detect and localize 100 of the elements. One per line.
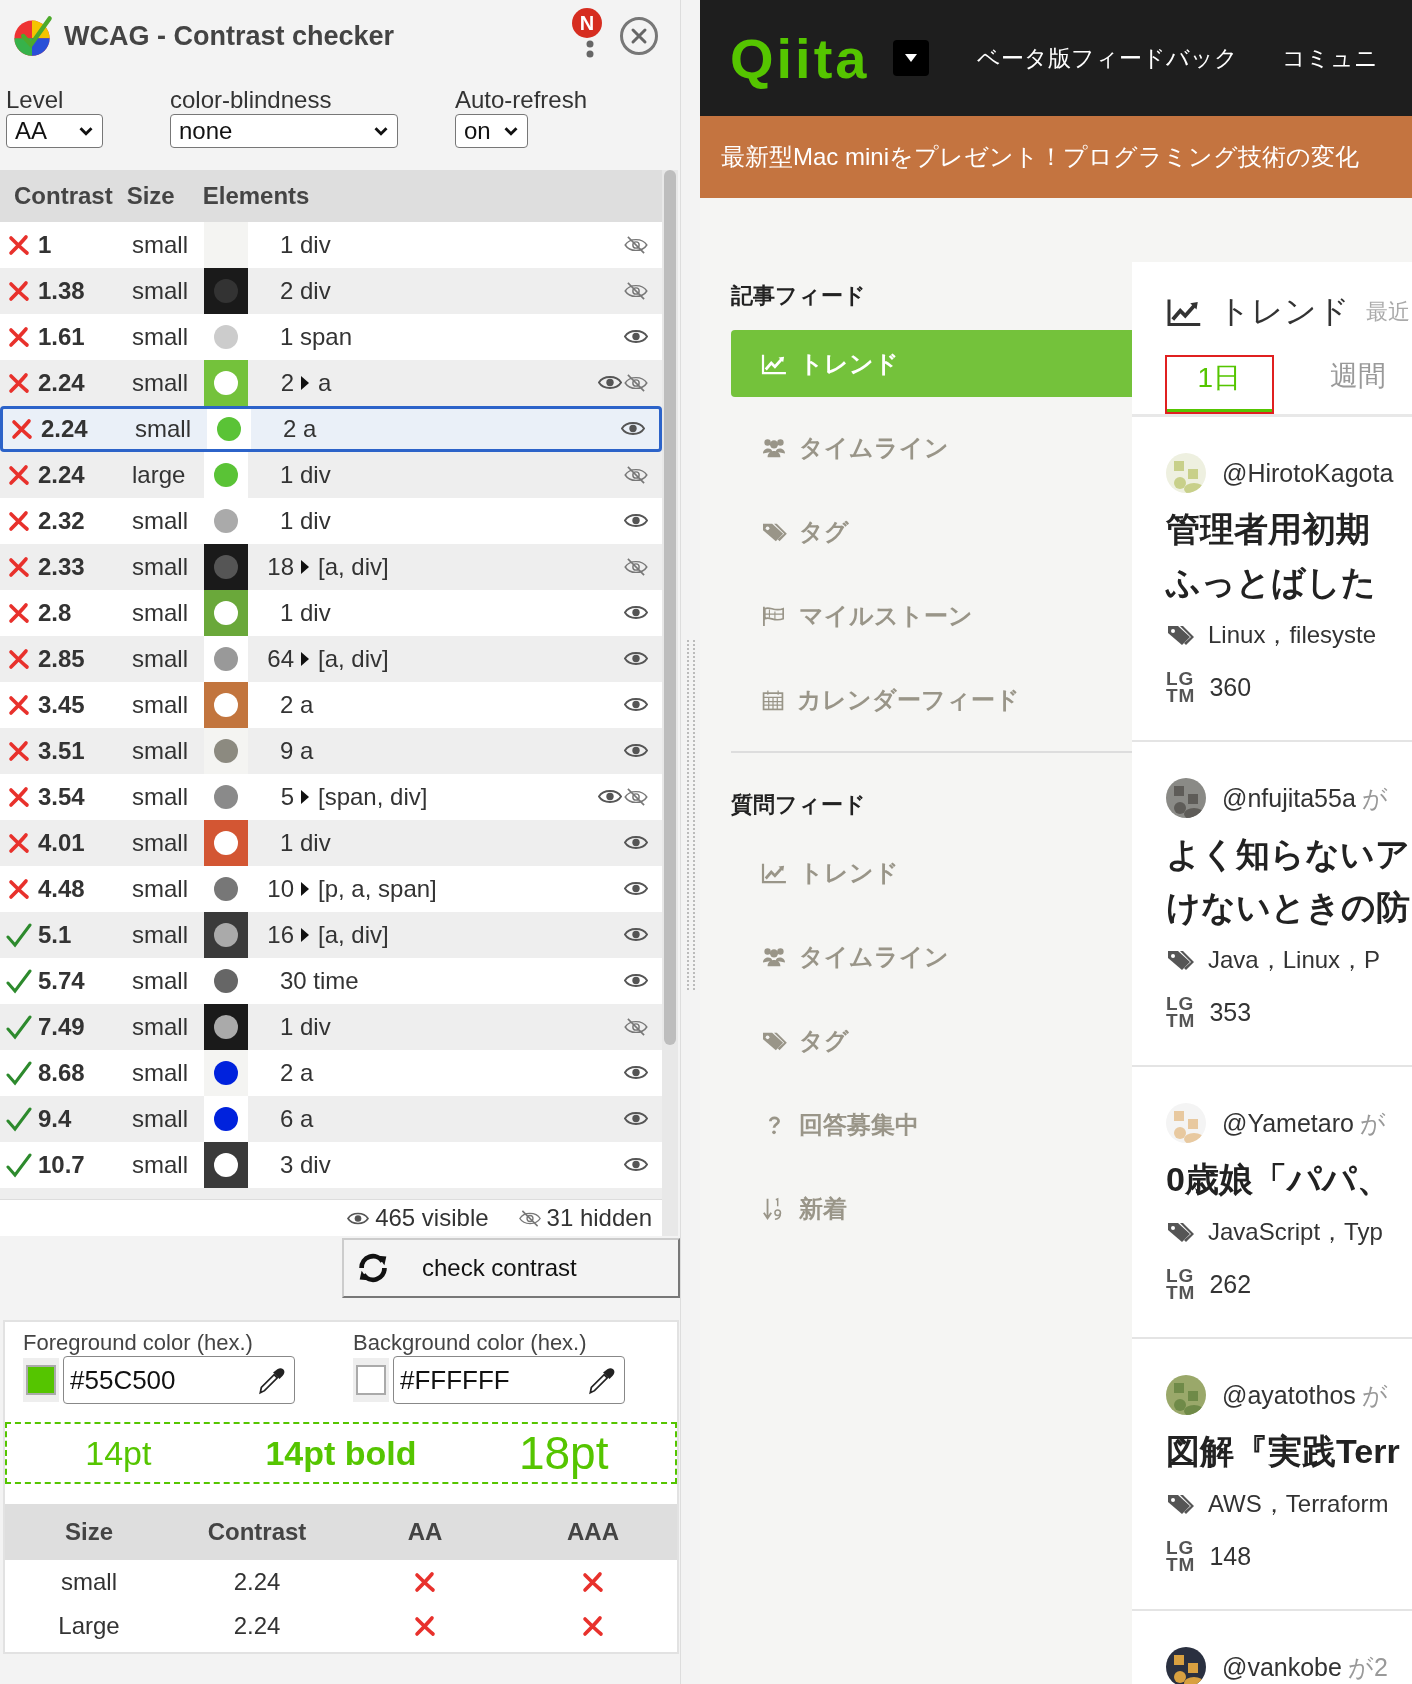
eye-icon[interactable] <box>621 420 645 438</box>
article-title[interactable]: よく知らないア <box>1166 828 1412 881</box>
feed-subtitle: 最近 <box>1366 298 1410 326</box>
eye-icon[interactable] <box>598 788 622 806</box>
scrollbar-thumb[interactable] <box>664 170 676 1045</box>
close-icon[interactable] <box>629 26 649 46</box>
eye-icon[interactable] <box>624 650 648 668</box>
dropdown-button[interactable] <box>893 40 930 76</box>
result-row[interactable]: 5.74 small 30 time <box>0 957 662 1004</box>
hex-input[interactable]: #FFFFFF <box>393 1356 625 1404</box>
author-name[interactable]: @vankobe <box>1222 1652 1342 1682</box>
check-contrast-button[interactable]: check contrast <box>342 1238 680 1298</box>
promo-banner[interactable]: 最新型Mac miniをプレゼント！プログラミング技術の変化 <box>700 116 1412 198</box>
color-swatch[interactable] <box>23 1358 59 1402</box>
eye-icon[interactable] <box>624 328 648 346</box>
result-row[interactable]: 10.7 small 3 div <box>0 1141 662 1188</box>
dropdown[interactable]: none <box>170 114 398 148</box>
eye-off-icon[interactable] <box>624 787 648 806</box>
column-header[interactable]: Size <box>126 181 175 210</box>
tag-list[interactable]: JavaScript，Typ <box>1208 1216 1383 1248</box>
element-count: 64 <box>266 644 294 673</box>
article-title[interactable]: 管理者用初期 <box>1166 503 1412 556</box>
size-value: small <box>132 322 189 351</box>
column-header[interactable]: Contrast <box>14 181 113 210</box>
author-name[interactable]: @HirotoKagota <box>1222 458 1394 488</box>
element-list: 30 time <box>280 966 359 995</box>
eye-icon[interactable] <box>624 604 648 622</box>
eye-icon[interactable] <box>598 374 622 392</box>
author-name[interactable]: @ayatothos <box>1222 1380 1356 1410</box>
caret-icon[interactable] <box>903 53 920 63</box>
expand-caret-icon[interactable] <box>300 880 310 897</box>
result-row[interactable]: 2.24 small 2 a <box>0 405 662 452</box>
eye-off-icon <box>518 1209 541 1227</box>
expand-caret-icon[interactable] <box>300 650 310 667</box>
chevron-down-icon[interactable] <box>373 125 389 137</box>
expand-caret-icon[interactable] <box>300 374 310 391</box>
element-list: 3 div <box>280 1150 331 1179</box>
eye-icon[interactable] <box>624 742 648 760</box>
color-swatch[interactable] <box>353 1358 389 1402</box>
tag-list[interactable]: Java，Linux，P <box>1208 944 1381 976</box>
eye-icon[interactable] <box>624 1156 648 1174</box>
author-name[interactable]: @Yametaro <box>1222 1108 1354 1138</box>
close-button[interactable] <box>620 17 658 55</box>
eye-icon[interactable] <box>624 972 648 990</box>
result-row[interactable]: 1.61 small 1 span <box>0 313 662 360</box>
result-row[interactable]: 8.68 small 2 a <box>0 1049 662 1096</box>
eye-icon[interactable] <box>624 696 648 714</box>
result-row[interactable]: 4.48 small 10 [p, a, span] <box>0 865 662 912</box>
eye-off-icon[interactable] <box>624 1017 648 1036</box>
chevron-down-icon[interactable] <box>78 125 94 137</box>
resize-handle[interactable] <box>686 640 695 990</box>
users-icon[interactable] <box>761 945 787 968</box>
site-logo[interactable]: Qiita <box>730 25 870 91</box>
table-cell: 2.24 <box>233 1568 281 1596</box>
nav-link[interactable]: ベータ版フィードバック <box>977 42 1239 74</box>
eye-icon[interactable] <box>624 1110 648 1128</box>
trend-chart-icon[interactable] <box>761 861 787 884</box>
eye-icon[interactable] <box>624 926 648 944</box>
result-row[interactable]: 3.54 small 5 [span, div] <box>0 773 662 820</box>
tag-list[interactable]: AWS，Terraform <box>1208 1488 1389 1520</box>
lgtm-logo: LG TM <box>1166 1267 1196 1301</box>
article-title[interactable]: 0歳娘「パパ、 <box>1166 1153 1412 1206</box>
contrast-value: 9.4 <box>38 1104 73 1133</box>
article-title[interactable]: 図解『実践Terr <box>1166 1425 1412 1478</box>
author-name[interactable]: @nfujita55a <box>1222 783 1356 813</box>
eye-off-icon[interactable] <box>624 281 648 300</box>
eye-icon[interactable] <box>624 834 648 852</box>
calendar-icon[interactable] <box>761 688 785 711</box>
eye-icon[interactable] <box>624 512 648 530</box>
result-row[interactable]: 1 small 1 div <box>0 221 662 268</box>
result-row[interactable]: 2.8 small 1 div <box>0 589 662 636</box>
expand-caret-icon[interactable] <box>300 558 310 575</box>
expand-caret-icon[interactable] <box>300 926 310 943</box>
contrast-value: 2.33 <box>38 552 86 581</box>
dropdown[interactable]: on <box>455 114 528 148</box>
hex-input[interactable]: #55C500 <box>63 1356 295 1404</box>
users-icon[interactable] <box>761 436 787 459</box>
dropdown[interactable]: AA <box>6 114 103 148</box>
table-cell: 2.24 <box>233 1612 281 1640</box>
eye-off-icon[interactable] <box>624 235 648 254</box>
element-list: a <box>318 368 332 397</box>
table-cell: small <box>61 1568 117 1596</box>
article-title[interactable]: ふっとばした <box>1166 556 1412 609</box>
eye-icon[interactable] <box>624 1064 648 1082</box>
chevron-down-icon[interactable] <box>503 125 519 137</box>
result-row[interactable]: 2.32 small 1 div <box>0 497 662 544</box>
flag-icon[interactable] <box>761 604 787 627</box>
eye-icon[interactable] <box>624 880 648 898</box>
result-row[interactable]: 3.45 small 2 a <box>0 681 662 728</box>
element-list: 1 div <box>280 1012 331 1041</box>
article-title[interactable]: けないときの防 <box>1166 881 1412 934</box>
nav-link[interactable]: コミュニ <box>1282 42 1379 74</box>
eye-off-icon[interactable] <box>624 373 648 392</box>
column-header[interactable]: Elements <box>202 181 310 210</box>
element-list: 1 div <box>280 460 331 489</box>
element-list: [a, div] <box>318 920 389 949</box>
eye-off-icon[interactable] <box>624 557 648 576</box>
eye-off-icon[interactable] <box>624 465 648 484</box>
expand-caret-icon[interactable] <box>300 788 310 805</box>
tag-list[interactable]: Linux，filesyste <box>1208 619 1377 651</box>
